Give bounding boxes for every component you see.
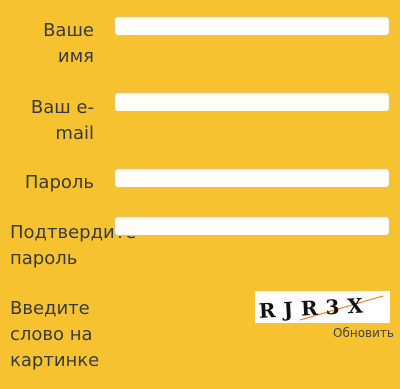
captcha-graphic: RJR3X [255, 291, 390, 323]
confirm-password-label: Подтвердите пароль [10, 222, 137, 269]
email-label: Ваш e- mail [30, 97, 94, 144]
captcha-label: Введите слово на картинке [10, 298, 100, 371]
name-label: Ваше имя [43, 20, 94, 67]
password-label: Пароль [24, 172, 94, 193]
confirm-password-input[interactable] [114, 216, 390, 236]
email-input[interactable] [114, 92, 390, 112]
refresh-captcha-link[interactable]: Обновить [333, 326, 394, 340]
name-input[interactable] [114, 16, 390, 36]
password-input[interactable] [114, 168, 390, 188]
captcha-image: RJR3X [255, 291, 390, 323]
